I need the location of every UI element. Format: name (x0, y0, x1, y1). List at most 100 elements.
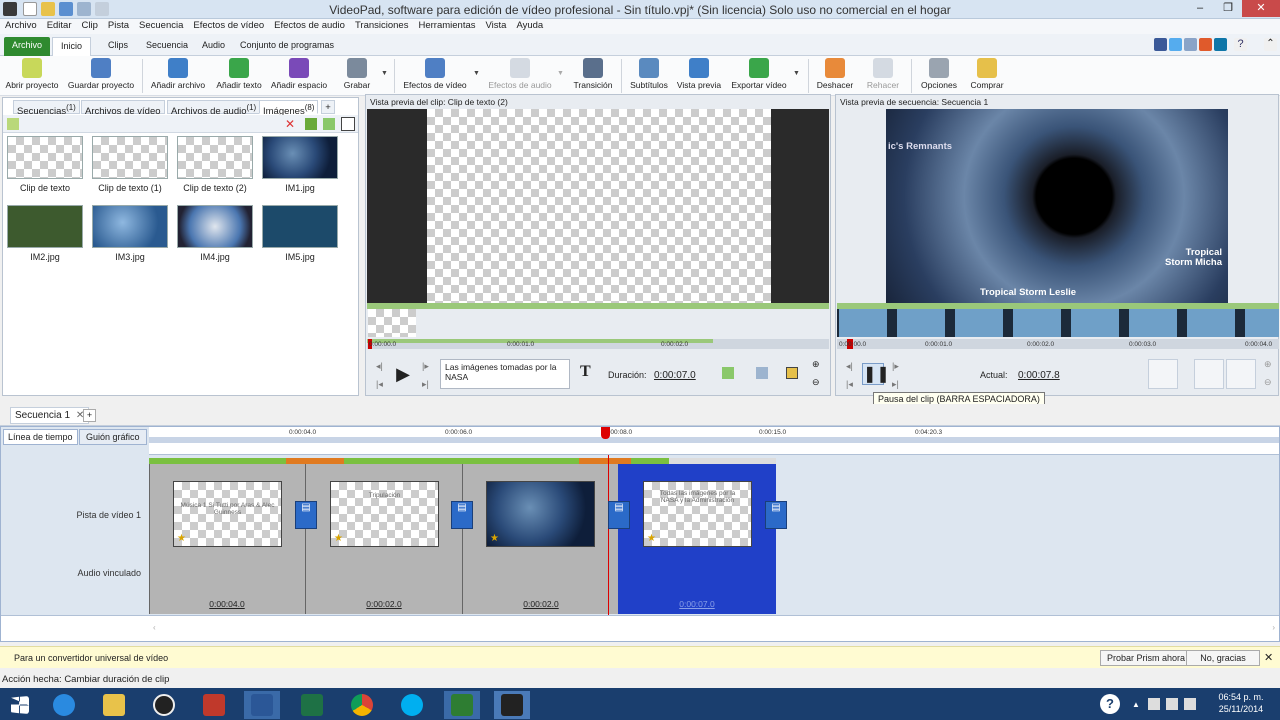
tab-secuencia-1[interactable]: Secuencia 1 ✕ (10, 407, 90, 424)
storyboard-view-tab[interactable]: Guión gráfico (79, 429, 147, 445)
tab-secuencia[interactable]: Secuencia (138, 37, 196, 56)
transition-button[interactable]: Transición (572, 58, 614, 90)
undo-button[interactable]: Deshacer (814, 58, 856, 90)
seq-zoom-in-icon[interactable]: ⊕ (1264, 359, 1272, 370)
media-thumb-im1[interactable] (262, 136, 338, 179)
zoom-in-icon[interactable]: ⊕ (812, 359, 820, 370)
taskbar-word[interactable] (244, 691, 280, 719)
options-button[interactable]: Opciones (918, 58, 960, 90)
timeline-clip-text-3[interactable]: Todas las imágenes por la NASA y la Admi… (643, 481, 752, 547)
clip-duration[interactable]: 0:00:02.0 (344, 599, 424, 609)
tab-archivos-audio[interactable]: Archivos de audio(1) (167, 100, 261, 117)
menu-archivo[interactable]: Archivo (0, 19, 42, 32)
go-start-icon[interactable]: |◂ (376, 379, 383, 390)
camera-snapshot-button[interactable] (1194, 359, 1224, 389)
add-sequence-button[interactable]: + (83, 409, 96, 422)
delete-icon[interactable]: ✕ (285, 117, 295, 131)
import-icon[interactable] (7, 118, 19, 130)
maximize-button[interactable]: ❐ (1214, 0, 1242, 17)
audio-effects-button[interactable]: Efectos de audio (486, 58, 554, 90)
add-space-button[interactable]: Añadir espacio (270, 58, 328, 90)
media-thumb-im5[interactable] (262, 205, 338, 248)
transition-1[interactable]: ▤ (295, 501, 317, 529)
tab-clips[interactable]: Clips (100, 37, 136, 56)
seq-go-start-icon[interactable]: |◂ (846, 379, 853, 390)
taskbar-camtasia[interactable] (444, 691, 480, 719)
tab-archivo[interactable]: Archivo (4, 37, 51, 56)
tab-archivos-video[interactable]: Archivos de vídeo (81, 100, 165, 117)
add-tab-button[interactable]: + (321, 100, 335, 114)
help-tray-icon[interactable]: ? (1100, 694, 1120, 714)
media-thumb-clip-texto[interactable] (7, 136, 83, 179)
youtube-icon[interactable] (1199, 38, 1212, 51)
tab-inicio[interactable]: Inicio (52, 37, 92, 56)
start-button[interactable] (2, 691, 38, 719)
media-thumb-im4[interactable] (177, 205, 253, 248)
close-button[interactable]: ✕ (1242, 0, 1280, 17)
linkedin-icon[interactable] (1214, 38, 1227, 51)
snapshot-icon[interactable] (786, 367, 798, 379)
preview-button[interactable]: Vista previa (675, 58, 723, 90)
clip-duration[interactable]: 0:00:02.0 (501, 599, 581, 609)
taskbar-videopad[interactable] (494, 691, 530, 719)
play-button[interactable]: ▶ (392, 363, 414, 385)
buy-button[interactable]: Comprar (966, 58, 1008, 90)
clip-ruler[interactable]: 0:00:00.0 0:00:01.0 0:00:02.0 (367, 339, 829, 349)
record-dropdown-icon[interactable]: ▼ (381, 70, 388, 77)
clock-time[interactable]: 06:54 p. m. (1214, 692, 1268, 702)
open-project-button[interactable]: Abrir proyecto (4, 58, 60, 90)
seq-next-frame-icon[interactable]: |▸ (892, 361, 899, 372)
menu-secuencia[interactable]: Secuencia (134, 19, 188, 32)
split-icon[interactable] (756, 367, 768, 379)
video-effects-button[interactable]: Efectos de vídeo (400, 58, 470, 90)
view-list-icon[interactable] (341, 117, 355, 131)
export-video-button[interactable]: Exportar vídeo (728, 58, 790, 90)
taskbar-skype[interactable] (394, 691, 430, 719)
detach-preview-button[interactable] (1226, 359, 1256, 389)
menu-efectos-video[interactable]: Efectos de vídeo (188, 19, 269, 32)
timeline-ruler[interactable]: 0:00:04.0 0:00:06.0 0:00:08.0 0:00:15.0 … (149, 427, 1279, 455)
taskbar-app[interactable] (196, 691, 232, 719)
text-edit-icon[interactable]: T (580, 363, 591, 381)
help-icon[interactable]: ? (1234, 38, 1247, 51)
seq-prev-frame-icon[interactable]: ◂| (846, 361, 853, 372)
show-tray-icon[interactable]: ▲ (1132, 700, 1140, 709)
collapse-ribbon-icon[interactable]: ⌃ (1264, 38, 1277, 51)
timeline-playhead-handle[interactable] (601, 427, 610, 439)
timeline-clip-image[interactable]: ★ (486, 481, 595, 547)
facebook-icon[interactable] (1154, 38, 1167, 51)
clip-text-input[interactable]: Las imágenes tomadas por la NASA (440, 359, 570, 389)
menu-pista[interactable]: Pista (103, 19, 134, 32)
no-thanks-button[interactable]: No, gracias (1186, 650, 1260, 666)
transition-2[interactable]: ▤ (451, 501, 473, 529)
menu-vista[interactable]: Vista (481, 19, 512, 32)
zoom-out-icon[interactable]: ⊖ (812, 377, 820, 388)
record-button[interactable]: Grabar (338, 58, 376, 90)
split-sequence-button[interactable] (1148, 359, 1178, 389)
move-down-icon[interactable] (323, 118, 335, 130)
sequence-ruler[interactable]: 0:00:00.0 0:00:01.0 0:00:02.0 0:00:03.0 … (837, 339, 1279, 349)
pause-button[interactable]: ❚❚ (862, 363, 890, 385)
export-dropdown-icon[interactable]: ▼ (793, 70, 800, 77)
media-thumb-im2[interactable] (7, 205, 83, 248)
taskbar-media[interactable] (146, 691, 182, 719)
clip-duration[interactable]: 0:00:07.0 (657, 599, 737, 609)
twitter-icon[interactable] (1169, 38, 1182, 51)
audio-effects-dropdown-icon[interactable]: ▼ (557, 70, 564, 77)
add-text-button[interactable]: Añadir texto (212, 58, 266, 90)
seq-zoom-out-icon[interactable]: ⊖ (1264, 377, 1272, 388)
tab-secuencias[interactable]: Secuencias(1) (13, 100, 80, 117)
taskbar-explorer[interactable] (96, 691, 132, 719)
minimize-button[interactable]: ‒ (1186, 0, 1214, 17)
timeline-scrollbar[interactable]: ‹ › (1, 615, 1279, 641)
taskbar-chrome[interactable] (344, 691, 380, 719)
save-project-button[interactable]: Guardar proyecto (66, 58, 136, 90)
volume-icon[interactable] (1184, 698, 1196, 710)
seq-go-end-icon[interactable]: ▸| (892, 379, 899, 390)
try-prism-button[interactable]: Probar Prism ahora (1100, 650, 1193, 666)
clip-duration[interactable]: 0:00:04.0 (187, 599, 267, 609)
menu-efectos-audio[interactable]: Efectos de audio (269, 19, 350, 32)
menu-herramientas[interactable]: Herramientas (413, 19, 480, 32)
new-folder-icon[interactable] (305, 118, 317, 130)
transition-3[interactable]: ▤ (608, 501, 630, 529)
